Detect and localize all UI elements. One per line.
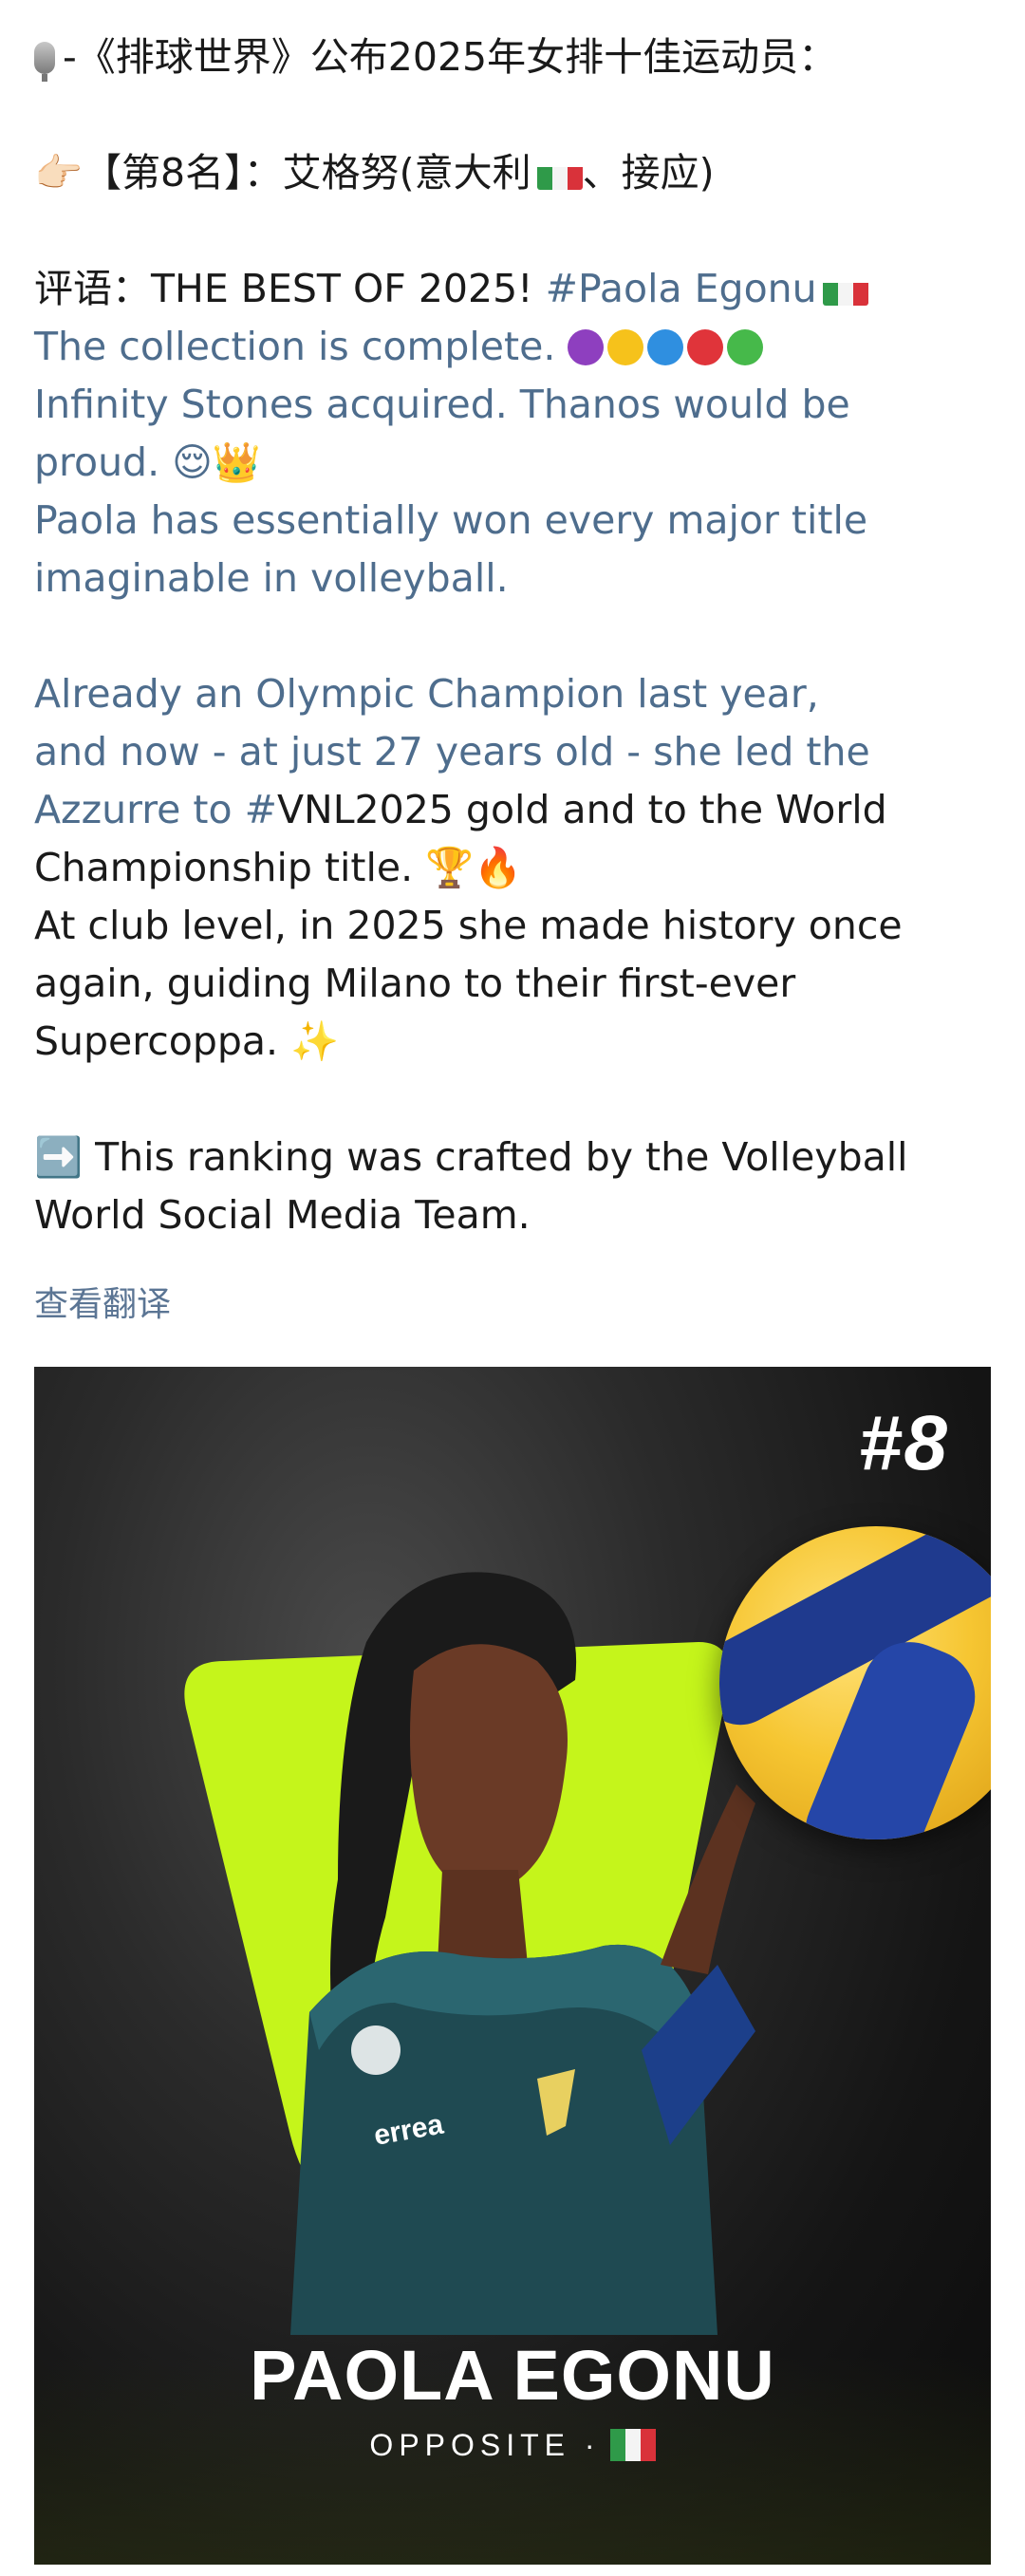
- infinity-stones: [568, 324, 767, 369]
- fire-icon: 🔥: [474, 845, 523, 890]
- social-team-line: World Social Media Team.: [34, 1192, 531, 1238]
- championship-line: Championship title. 🏆🔥: [34, 839, 993, 897]
- championship-text: Championship title.: [34, 845, 414, 890]
- vnl-line: Azzurre to #VNL2025 gold and to the Worl…: [34, 781, 993, 839]
- major-title-line: Paola has essentially won every major ti…: [34, 497, 868, 543]
- post-body: -《排球世界》公布2025年女排十佳运动员： 👉🏻【第8名】：艾格努(意大利 、接…: [34, 28, 993, 1244]
- rank-line-prefix: 【第8名】：艾格努(意大利: [83, 150, 531, 196]
- ranking-credit-text: This ranking was crafted by the Volleyba…: [95, 1134, 908, 1180]
- pointing-hand-icon: 👉🏻: [34, 150, 84, 196]
- purple-circle-icon: [568, 329, 605, 365]
- proud-text: proud.: [34, 439, 160, 485]
- post-title-text: -《排球世界》公布2025年女排十佳运动员：: [63, 34, 838, 80]
- player-position: OPPOSITE ·: [369, 2428, 601, 2462]
- italy-flag-icon: [822, 273, 868, 306]
- thanos-line: Infinity Stones acquired. Thanos would b…: [34, 382, 850, 427]
- azzurre-text: Azzurre to #: [34, 787, 277, 832]
- player-role-line: OPPOSITE ·: [34, 2428, 991, 2463]
- rank-line-suffix: 、接应): [582, 150, 715, 196]
- milano-line: again, guiding Milano to their first-eve…: [34, 961, 796, 1006]
- supercoppa-text: Supercoppa.: [34, 1018, 279, 1064]
- relieved-face-icon: 😌: [172, 439, 213, 485]
- comment-prefix: 评语：THE BEST OF 2025!: [34, 266, 546, 311]
- right-arrow-icon: ➡️: [34, 1134, 84, 1180]
- volleyball-image: [719, 1526, 991, 1839]
- comment-line: 评语：THE BEST OF 2025! #Paola Egonu: [34, 260, 993, 318]
- card-rank: #8: [858, 1400, 949, 1486]
- trophy-icon: 🏆: [425, 845, 475, 890]
- green-circle-icon: [727, 329, 764, 365]
- ranking-credit-line: ➡️ This ranking was crafted by the Volle…: [34, 1129, 993, 1186]
- hashtag-link[interactable]: #Paola Egonu: [546, 266, 817, 311]
- imaginable-line: imaginable in volleyball.: [34, 555, 509, 601]
- player-name: PAOLA EGONU: [250, 2336, 775, 2415]
- supercoppa-line: Supercoppa. ✨: [34, 1013, 993, 1071]
- player-card-image[interactable]: #8 errea PAOLA EGONU OPPOSITE ·: [34, 1367, 991, 2565]
- post-title-line: -《排球世界》公布2025年女排十佳运动员：: [34, 28, 993, 86]
- club-level-line: At club level, in 2025 she made history …: [34, 903, 903, 948]
- microphone-icon: [34, 42, 55, 82]
- proud-line: proud. 😌👑: [34, 434, 993, 492]
- yellow-circle-icon: [607, 329, 644, 365]
- collection-text: The collection is complete.: [34, 324, 556, 369]
- collection-line: The collection is complete.: [34, 318, 993, 376]
- italy-flag-icon: [609, 2429, 656, 2461]
- olympic-line: Already an Olympic Champion last year,: [34, 671, 819, 717]
- vnl-text: VNL2025 gold and to the World: [276, 787, 887, 832]
- italy-flag-icon: [536, 158, 583, 190]
- crown-icon: 👑: [212, 439, 261, 485]
- view-translation-link[interactable]: 查看翻译: [34, 1277, 171, 1326]
- sparkles-icon: ✨: [290, 1018, 340, 1064]
- red-circle-icon: [687, 329, 724, 365]
- blue-circle-icon: [647, 329, 684, 365]
- age-line: and now - at just 27 years old - she led…: [34, 729, 870, 775]
- rank-line: 👉🏻【第8名】：艾格努(意大利 、接应): [34, 144, 993, 202]
- player-silhouette: errea: [290, 1572, 755, 2335]
